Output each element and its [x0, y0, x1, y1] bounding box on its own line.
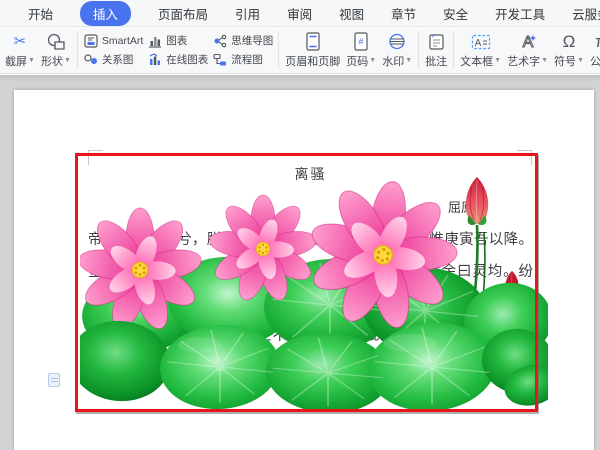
- bar-chart-icon: [147, 33, 163, 48]
- chevron-down-icon: ▼: [405, 57, 412, 64]
- symbol-button[interactable]: Ω 符号▼: [551, 28, 587, 72]
- wps-writer-window: 开始 插入 页面布局 引用 审阅 视图 章节 安全 开发工具 云服务 文档助手 …: [0, 0, 600, 450]
- mindmap-icon: [212, 33, 228, 48]
- tab-page-layout[interactable]: 页面布局: [158, 4, 208, 23]
- margin-page-icon[interactable]: [48, 373, 60, 387]
- chevron-down-icon: ▼: [64, 57, 71, 64]
- pi-icon: π: [595, 33, 600, 50]
- screenshot-button[interactable]: ✂ 截屏▼: [2, 28, 38, 72]
- smartart-button[interactable]: SmartArt: [83, 33, 143, 48]
- watermark-icon: [387, 32, 407, 52]
- chevron-down-icon: ▼: [369, 57, 376, 64]
- document-page[interactable]: 离骚 屈原 帝高阳之苗裔兮，朕皇考曰伯庸。摄提贞于孟陬兮，惟庚寅吾以降。 皇览揆…: [14, 90, 594, 450]
- mindmap-button[interactable]: 思维导图: [212, 33, 273, 48]
- toolbar-divider: [418, 31, 419, 69]
- chevron-down-icon: ▼: [541, 57, 548, 64]
- flowchart-icon: [212, 52, 228, 67]
- comment-icon: [428, 32, 445, 52]
- chevron-down-icon: ▼: [28, 57, 35, 64]
- chevron-down-icon: ▼: [494, 57, 501, 64]
- textbox-button[interactable]: A 文本框▼: [457, 28, 504, 72]
- watermark-button[interactable]: 水印▼: [379, 28, 415, 72]
- svg-text:A: A: [522, 34, 533, 51]
- tab-cloud-service[interactable]: 云服务: [572, 4, 600, 23]
- shapes-icon: [46, 32, 66, 52]
- toolbar-divider: [278, 31, 279, 69]
- margin-mark-top-right: [517, 150, 532, 165]
- svg-text:#: #: [359, 37, 364, 47]
- toolbar-divider: [453, 31, 454, 69]
- lotus-artwork-image[interactable]: [80, 175, 548, 410]
- menu-bar: 开始 插入 页面布局 引用 审阅 视图 章节 安全 开发工具 云服务 文档助手: [0, 0, 600, 27]
- smartart-icon: [83, 33, 99, 48]
- canvas-top-shadow: [0, 75, 600, 82]
- lotus-bud-large: [466, 177, 488, 225]
- tab-references[interactable]: 引用: [235, 4, 260, 23]
- tab-insert[interactable]: 插入: [80, 1, 131, 26]
- tab-security[interactable]: 安全: [443, 4, 468, 23]
- page-number-icon: #: [353, 32, 369, 52]
- tab-home[interactable]: 开始: [28, 4, 53, 23]
- page-number-button[interactable]: # 页码▼: [343, 28, 379, 72]
- chevron-down-icon: ▼: [577, 57, 584, 64]
- chart-button[interactable]: 图表: [147, 33, 208, 48]
- online-chart-button[interactable]: 在线图表: [147, 52, 208, 67]
- document-canvas[interactable]: 离骚 屈原 帝高阳之苗裔兮，朕皇考曰伯庸。摄提贞于孟陬兮，惟庚寅吾以降。 皇览揆…: [0, 75, 600, 450]
- online-chart-icon: [147, 52, 163, 67]
- tab-review[interactable]: 审阅: [287, 4, 312, 23]
- insert-ribbon: ✂ 截屏▼ 形状▼ Sm: [0, 27, 600, 74]
- tab-view[interactable]: 视图: [339, 4, 364, 23]
- tab-dev-tools[interactable]: 开发工具: [495, 4, 545, 23]
- omega-icon: Ω: [563, 33, 576, 50]
- wordart-icon: A: [519, 32, 537, 52]
- margin-mark-top-left: [88, 150, 103, 165]
- tab-section[interactable]: 章节: [391, 4, 416, 23]
- flowchart-button[interactable]: 流程图: [212, 52, 273, 67]
- toolbar-divider: [77, 31, 78, 69]
- shapes-button[interactable]: 形状▼: [38, 28, 74, 72]
- svg-text:A: A: [474, 38, 481, 49]
- formula-button[interactable]: π 公式: [587, 28, 600, 72]
- relation-chart-icon: [83, 52, 99, 67]
- header-footer-button[interactable]: 页眉和页脚: [282, 28, 343, 72]
- textbox-icon: A: [471, 32, 491, 52]
- comment-button[interactable]: 批注: [422, 28, 450, 72]
- header-footer-icon: [305, 32, 321, 52]
- scissors-icon: ✂: [14, 34, 27, 49]
- wordart-button[interactable]: A 艺术字▼: [504, 28, 551, 72]
- relation-chart-button[interactable]: 关系图: [83, 52, 143, 67]
